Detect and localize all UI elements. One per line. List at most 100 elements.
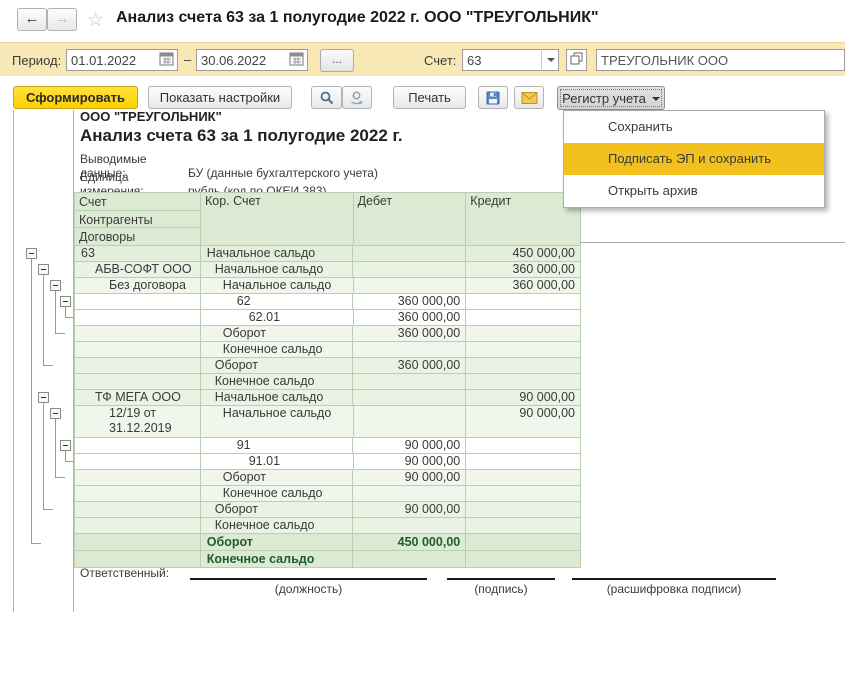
header-contractors: Контрагенты bbox=[75, 211, 201, 228]
more-options-button[interactable]: ... bbox=[320, 49, 354, 72]
header-debit: Дебет bbox=[354, 193, 467, 246]
table-cell: Оборот bbox=[201, 326, 354, 342]
table-cell bbox=[75, 326, 201, 342]
table-cell: Оборот bbox=[201, 502, 354, 518]
table-row[interactable]: Оборот90 000,00 bbox=[75, 470, 580, 486]
table-cell bbox=[353, 262, 466, 278]
table-cell: Оборот bbox=[201, 470, 354, 486]
table-cell: 91 bbox=[201, 438, 354, 454]
table-row[interactable]: Оборот450 000,00 bbox=[75, 534, 580, 551]
table-cell: 360 000,00 bbox=[466, 262, 580, 278]
generate-button[interactable]: Сформировать bbox=[13, 86, 138, 109]
table-row[interactable]: Без договораНачальное сальдо360 000,00 bbox=[75, 278, 580, 294]
freeze-pane-line bbox=[580, 242, 845, 243]
table-row[interactable]: Конечное сальдо bbox=[75, 518, 580, 534]
table-cell: 90 000,00 bbox=[353, 502, 466, 518]
table-cell: Конечное сальдо bbox=[201, 486, 354, 502]
collapse-toggle-icon[interactable] bbox=[60, 296, 71, 307]
table-row[interactable]: ТФ МЕГА ОООНачальное сальдо90 000,00 bbox=[75, 390, 580, 406]
favorite-star-icon[interactable]: ☆ bbox=[87, 9, 104, 32]
table-row[interactable]: 62.01360 000,00 bbox=[75, 310, 580, 326]
open-account-button[interactable] bbox=[566, 49, 587, 71]
report-toolbar: Сформировать Показать настройки Печать Р… bbox=[0, 76, 845, 112]
table-cell: Конечное сальдо bbox=[201, 374, 354, 390]
table-cell: Начальное сальдо bbox=[201, 406, 354, 438]
table-cell: 12/19 от 31.12.2019 bbox=[75, 406, 201, 438]
signature-line-position: (должность) bbox=[190, 578, 427, 596]
table-cell bbox=[353, 342, 466, 358]
organization-input[interactable] bbox=[596, 49, 845, 71]
table-row[interactable]: Оборот360 000,00 bbox=[75, 326, 580, 342]
table-cell bbox=[353, 518, 466, 534]
table-cell: Оборот bbox=[201, 534, 354, 551]
menu-item[interactable]: Сохранить bbox=[564, 111, 824, 143]
table-row[interactable]: 63Начальное сальдо450 000,00 bbox=[75, 246, 580, 262]
report-company: ООО "ТРЕУГОЛЬНИК" bbox=[80, 109, 222, 124]
collapse-toggle-icon[interactable] bbox=[50, 280, 61, 291]
menu-item[interactable]: Открыть архив bbox=[564, 175, 824, 207]
menu-item[interactable]: Подписать ЭП и сохранить bbox=[564, 143, 824, 175]
table-row[interactable]: 12/19 от 31.12.2019Начальное сальдо90 00… bbox=[75, 406, 580, 438]
collapse-toggle-icon[interactable] bbox=[26, 248, 37, 259]
show-settings-button[interactable]: Показать настройки bbox=[148, 86, 292, 109]
table-row[interactable]: 91.0190 000,00 bbox=[75, 454, 580, 470]
collapse-toggle-icon[interactable] bbox=[38, 264, 49, 275]
table-cell bbox=[75, 502, 201, 518]
page-title: Анализ счета 63 за 1 полугодие 2022 г. О… bbox=[116, 9, 599, 27]
table-cell bbox=[466, 438, 580, 454]
print-button[interactable]: Печать bbox=[393, 86, 466, 109]
collapse-toggle-icon[interactable] bbox=[38, 392, 49, 403]
envelope-icon bbox=[521, 90, 538, 105]
account-analysis-table: Счет Контрагенты Договоры Кор. Счет Дебе… bbox=[74, 192, 581, 568]
table-cell: 90 000,00 bbox=[353, 470, 466, 486]
table-row[interactable]: Конечное сальдо bbox=[75, 342, 580, 358]
email-button[interactable] bbox=[514, 86, 544, 109]
table-cell bbox=[353, 374, 466, 390]
collapse-toggle-icon[interactable] bbox=[50, 408, 61, 419]
table-row[interactable]: Оборот90 000,00 bbox=[75, 502, 580, 518]
table-row[interactable]: 62360 000,00 bbox=[75, 294, 580, 310]
account-label: Счет: bbox=[424, 53, 456, 68]
table-row[interactable]: Конечное сальдо bbox=[75, 374, 580, 390]
collapse-toggle-icon[interactable] bbox=[60, 440, 71, 451]
filter-bar: Период: – ... Счет: bbox=[0, 42, 845, 76]
table-cell: АБВ-СОФТ ООО bbox=[75, 262, 201, 278]
account-dropdown-button[interactable] bbox=[541, 49, 558, 71]
search-icon bbox=[319, 89, 335, 104]
table-cell: Оборот bbox=[201, 358, 354, 374]
table-cell bbox=[75, 518, 201, 534]
signature-line-name: (расшифровка подписи) bbox=[572, 578, 776, 596]
table-row[interactable]: АБВ-СОФТ ОООНачальное сальдо 360 000,00 bbox=[75, 262, 580, 278]
table-cell bbox=[466, 470, 580, 486]
table-cell: 360 000,00 bbox=[353, 358, 466, 374]
table-cell bbox=[75, 534, 201, 551]
table-header: Счет Контрагенты Договоры Кор. Счет Дебе… bbox=[75, 193, 580, 246]
app-window: ← → ☆ Анализ счета 63 за 1 полугодие 202… bbox=[0, 0, 845, 676]
forward-button[interactable]: → bbox=[47, 8, 77, 31]
table-cell: Начальное сальдо bbox=[201, 262, 354, 278]
table-row[interactable]: Конечное сальдо bbox=[75, 486, 580, 502]
table-cell: Конечное сальдо bbox=[201, 518, 354, 534]
table-body: 63Начальное сальдо450 000,00АБВ-СОФТ ООО… bbox=[75, 246, 580, 568]
table-cell bbox=[466, 534, 580, 551]
table-row[interactable]: Оборот360 000,00 bbox=[75, 358, 580, 374]
calendar-icon[interactable] bbox=[157, 51, 175, 69]
save-button[interactable] bbox=[478, 86, 508, 109]
calendar-icon[interactable] bbox=[287, 51, 305, 69]
table-row[interactable]: 9190 000,00 bbox=[75, 438, 580, 454]
search-next-button[interactable] bbox=[342, 86, 372, 109]
search-button[interactable] bbox=[311, 86, 342, 109]
back-button[interactable]: ← bbox=[17, 8, 47, 31]
period-label: Период: bbox=[12, 53, 61, 68]
search-next-icon bbox=[349, 89, 365, 104]
table-cell bbox=[75, 310, 201, 326]
period-dash: – bbox=[184, 52, 191, 67]
table-cell bbox=[75, 294, 201, 310]
table-cell bbox=[75, 486, 201, 502]
chevron-down-icon bbox=[652, 97, 660, 101]
table-cell bbox=[466, 294, 580, 310]
report-title: Анализ счета 63 за 1 полугодие 2022 г. bbox=[80, 126, 403, 146]
table-cell bbox=[75, 454, 201, 470]
register-menu-button[interactable]: Регистр учета bbox=[557, 86, 665, 110]
table-cell bbox=[466, 310, 580, 326]
